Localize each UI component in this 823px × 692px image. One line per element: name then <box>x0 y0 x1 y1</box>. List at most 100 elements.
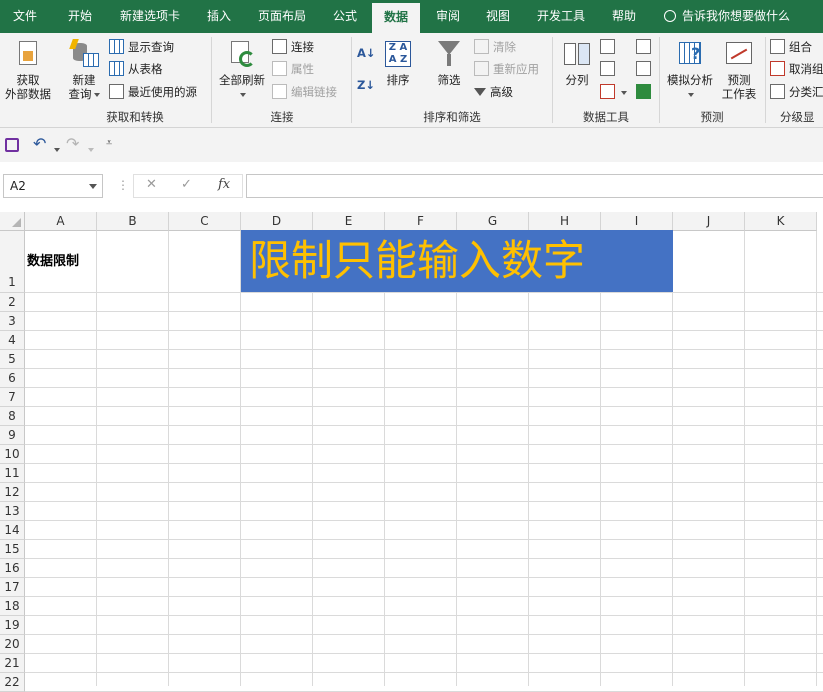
consolidate-icon[interactable] <box>636 37 655 57</box>
column-header-a[interactable]: A <box>25 212 97 231</box>
refresh-all-button[interactable]: 全部刷新 <box>214 39 270 101</box>
row-header-10[interactable]: 10 <box>0 445 25 464</box>
column-header-e[interactable]: E <box>313 212 385 231</box>
group-label-get-transform: 获取和转换 <box>106 110 164 124</box>
row-header-13[interactable]: 13 <box>0 502 25 521</box>
subtotal-button[interactable]: 分类汇 <box>770 82 823 102</box>
text-to-columns-button[interactable]: 分列 <box>558 39 596 87</box>
ungroup-button[interactable]: 取消组 <box>770 59 823 79</box>
customize-qat-icon[interactable]: ⩡ <box>106 136 112 150</box>
tab-home[interactable]: 开始 <box>56 0 104 33</box>
column-header-g[interactable]: G <box>457 212 529 231</box>
column-header-k[interactable]: K <box>745 212 817 231</box>
sort-icon: Z AA Z <box>383 39 413 69</box>
redo-dropdown-icon[interactable] <box>86 142 94 156</box>
text-to-columns-icon <box>562 39 592 69</box>
get-external-data-button[interactable]: 获取 外部数据 <box>0 39 56 101</box>
remove-duplicates-icon[interactable] <box>600 59 619 79</box>
row-header-18[interactable]: 18 <box>0 597 25 616</box>
name-box[interactable]: A2 <box>3 174 103 198</box>
column-header-j[interactable]: J <box>673 212 745 231</box>
manage-data-model-icon[interactable] <box>636 82 655 102</box>
forecast-sheet-button[interactable]: 预测 工作表 <box>718 39 760 101</box>
row-header-1[interactable]: 1 <box>0 231 25 293</box>
row-header-4[interactable]: 4 <box>0 331 25 350</box>
insert-function-icon[interactable]: fx <box>218 177 230 192</box>
row-header-11[interactable]: 11 <box>0 464 25 483</box>
tab-view[interactable]: 视图 <box>475 0 521 33</box>
column-header-f[interactable]: F <box>385 212 457 231</box>
undo-icon[interactable]: ↶ <box>33 134 46 153</box>
advanced-button[interactable]: 高级 <box>474 82 513 102</box>
cancel-icon[interactable]: ✕ <box>146 177 157 192</box>
tell-me-search[interactable]: 告诉我你想要做什么 <box>664 0 790 33</box>
gridline <box>168 231 169 686</box>
tab-developer[interactable]: 开发工具 <box>528 0 594 33</box>
cell-d1-merged-banner[interactable]: 限制只能输入数字 <box>241 230 673 292</box>
column-header-c[interactable]: C <box>169 212 241 231</box>
group-button[interactable]: 组合 <box>770 37 812 57</box>
flash-fill-icon[interactable] <box>600 37 619 57</box>
row-header-15[interactable]: 15 <box>0 540 25 559</box>
column-header-d[interactable]: D <box>241 212 313 231</box>
sort-ascending-icon[interactable]: A↓ <box>357 43 376 63</box>
row-header-9[interactable]: 9 <box>0 426 25 445</box>
gridline <box>25 406 823 407</box>
recent-sources-button[interactable]: 最近使用的源 <box>109 82 197 102</box>
chevron-down-icon[interactable] <box>89 184 97 189</box>
row-header-22[interactable]: 22 <box>0 673 25 692</box>
quick-access-toolbar: ↶ ↷ ⩡ <box>0 128 823 162</box>
formula-input[interactable] <box>246 174 823 198</box>
select-all-button[interactable] <box>0 212 25 231</box>
gridline <box>600 231 601 686</box>
gridline <box>25 558 823 559</box>
sort-button[interactable]: Z AA Z 排序 <box>380 39 416 87</box>
new-query-button[interactable]: 新建 查询 <box>62 39 106 101</box>
save-icon[interactable] <box>5 138 19 152</box>
data-validation-icon[interactable] <box>600 82 627 102</box>
gridline <box>25 501 823 502</box>
row-header-3[interactable]: 3 <box>0 312 25 331</box>
gridline <box>456 231 457 686</box>
row-header-19[interactable]: 19 <box>0 616 25 635</box>
row-header-21[interactable]: 21 <box>0 654 25 673</box>
row-header-7[interactable]: 7 <box>0 388 25 407</box>
sort-descending-icon[interactable]: Z↓ <box>357 75 375 95</box>
column-header-b[interactable]: B <box>97 212 169 231</box>
column-header-i[interactable]: I <box>601 212 673 231</box>
row-header-20[interactable]: 20 <box>0 635 25 654</box>
relationships-icon[interactable] <box>636 59 655 79</box>
tab-file[interactable]: 文件 <box>0 0 50 33</box>
filter-button[interactable]: 筛选 <box>428 39 470 87</box>
gridline <box>25 444 823 445</box>
row-header-17[interactable]: 17 <box>0 578 25 597</box>
row-header-12[interactable]: 12 <box>0 483 25 502</box>
tab-insert[interactable]: 插入 <box>195 0 243 33</box>
edit-links-button[interactable]: 编辑链接 <box>272 82 337 102</box>
reapply-button[interactable]: 重新应用 <box>474 59 539 79</box>
column-header-h[interactable]: H <box>529 212 601 231</box>
row-header-5[interactable]: 5 <box>0 350 25 369</box>
row-header-2[interactable]: 2 <box>0 293 25 312</box>
clear-button[interactable]: 清除 <box>474 37 516 57</box>
properties-button[interactable]: 属性 <box>272 59 314 79</box>
row-header-14[interactable]: 14 <box>0 521 25 540</box>
tab-help[interactable]: 帮助 <box>600 0 648 33</box>
connections-button[interactable]: 连接 <box>272 37 314 57</box>
tab-page-layout[interactable]: 页面布局 <box>250 0 314 33</box>
cell-a1[interactable]: 数据限制 <box>27 250 79 269</box>
redo-icon[interactable]: ↷ <box>66 134 79 153</box>
row-header-6[interactable]: 6 <box>0 369 25 388</box>
row-header-16[interactable]: 16 <box>0 559 25 578</box>
tab-review[interactable]: 审阅 <box>425 0 471 33</box>
row-header-8[interactable]: 8 <box>0 407 25 426</box>
group-label-forecast: 预测 <box>700 110 724 124</box>
undo-dropdown-icon[interactable] <box>52 142 60 156</box>
tab-data[interactable]: 数据 <box>372 3 420 33</box>
what-if-analysis-button[interactable]: ? 模拟分析 <box>662 39 718 101</box>
tab-new[interactable]: 新建选项卡 <box>110 0 190 33</box>
show-queries-button[interactable]: 显示查询 <box>109 37 174 57</box>
tab-formulas[interactable]: 公式 <box>322 0 368 33</box>
enter-icon[interactable]: ✓ <box>181 177 192 192</box>
from-table-button[interactable]: 从表格 <box>109 59 163 79</box>
